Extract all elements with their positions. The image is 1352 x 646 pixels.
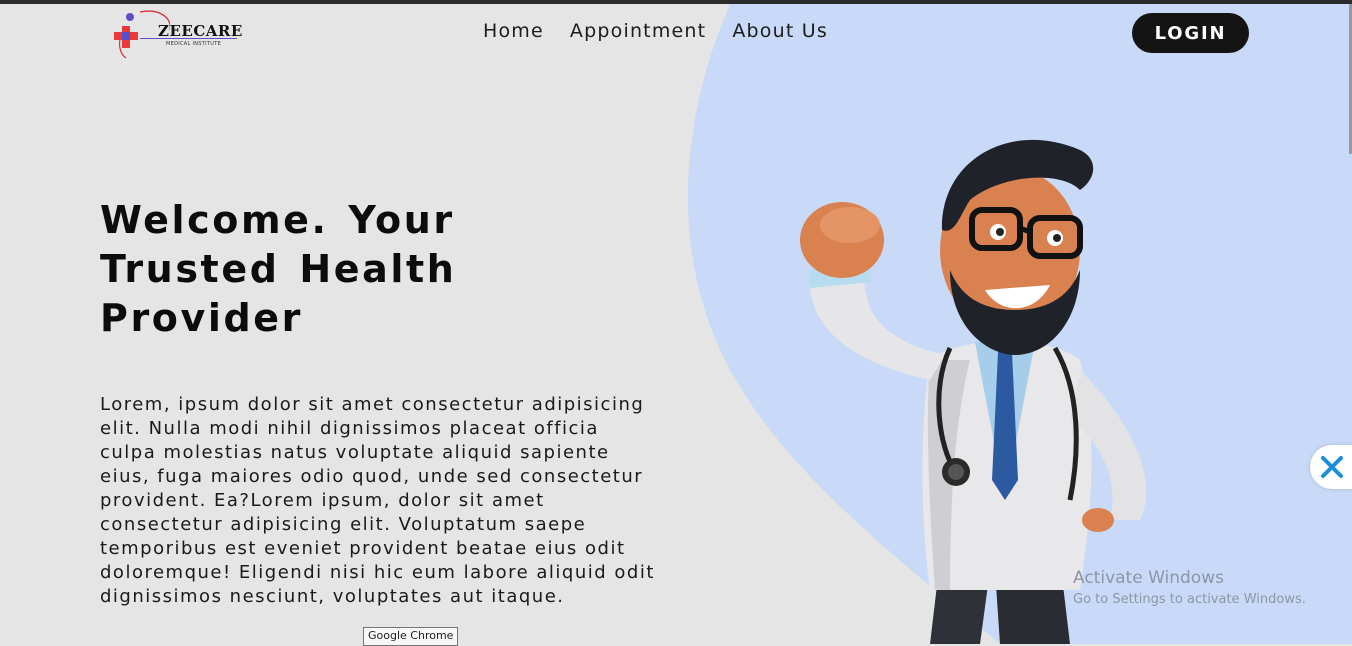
doctor-illustration bbox=[800, 139, 1147, 644]
brand-logo[interactable]: ZEECARE MEDICAL INSTITUTE bbox=[110, 8, 245, 60]
browser-tooltip: Google Chrome bbox=[363, 627, 459, 646]
main-nav: Home Appointment About Us bbox=[483, 20, 828, 42]
nav-appointment[interactable]: Appointment bbox=[570, 20, 706, 42]
brand-tagline: MEDICAL INSTITUTE bbox=[166, 41, 222, 47]
hero-description: Lorem, ipsum dolor sit amet consectetur … bbox=[100, 394, 655, 607]
watermark-subtitle: Go to Settings to activate Windows. bbox=[1073, 592, 1306, 607]
login-button[interactable]: LOGIN bbox=[1132, 13, 1249, 53]
windows-activation-watermark: Activate Windows Go to Settings to activ… bbox=[1073, 568, 1306, 607]
hero-title: Welcome. Your Trusted Health Provider bbox=[100, 198, 457, 340]
floating-widget-button[interactable] bbox=[1310, 445, 1352, 489]
watermark-title: Activate Windows bbox=[1073, 568, 1224, 588]
nav-about-us[interactable]: About Us bbox=[732, 20, 828, 42]
sparkle-icon bbox=[1321, 456, 1343, 478]
brand-underline bbox=[140, 38, 237, 39]
nav-home[interactable]: Home bbox=[483, 20, 544, 42]
